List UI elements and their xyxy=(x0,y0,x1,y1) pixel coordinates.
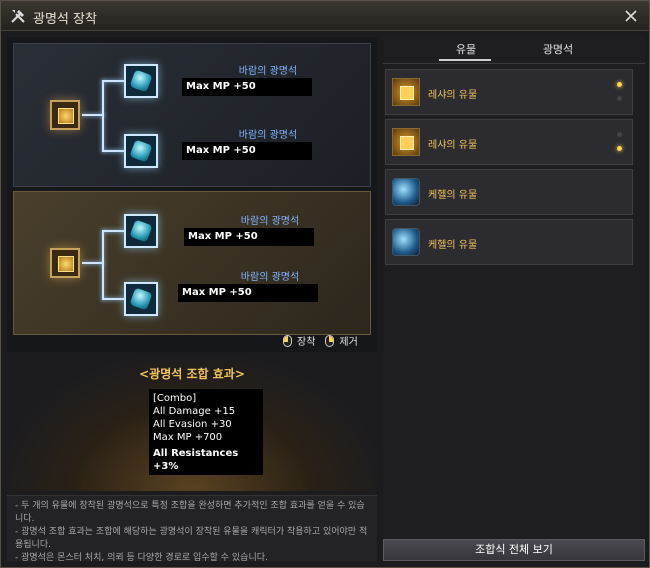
equip-dot xyxy=(617,82,622,87)
list-item[interactable]: 레샤의 유물 xyxy=(385,119,633,165)
gem-info-row[interactable]: 바람의 광명석 Max MP +50 xyxy=(178,264,378,314)
close-icon[interactable] xyxy=(621,6,641,26)
link-wire xyxy=(102,150,124,152)
combo-line: All Damage +15 xyxy=(153,406,236,417)
gem-info-row[interactable]: 바람의 광명석 Max MP +50 xyxy=(182,122,382,172)
gem-slot[interactable] xyxy=(124,214,158,248)
combo-line: All Evasion +30 xyxy=(153,419,232,430)
help-line: - 두 개의 유물에 장착된 광명석으로 특정 조합을 완성하면 추가적인 조합… xyxy=(15,501,365,524)
gem-slot[interactable] xyxy=(124,134,158,168)
relic-icon xyxy=(392,78,420,106)
link-wire xyxy=(82,114,104,116)
title-bar: 광명석 장착 xyxy=(1,1,649,31)
tab-gems[interactable]: 광명석 xyxy=(523,41,593,57)
link-wire xyxy=(102,80,104,152)
right-click-icon xyxy=(325,334,335,347)
left-click-icon xyxy=(283,334,292,347)
gem-name: 바람의 광명석 xyxy=(240,272,300,283)
combo-title: <광명석 조합 효과> xyxy=(139,367,245,381)
gem-slot[interactable] xyxy=(124,64,158,98)
relic-slots-panel: 바람의 광명석 Max MP +50 바람의 광명석 Max MP +50 바람… xyxy=(7,37,377,352)
gem-stat: Max MP +50 xyxy=(182,78,312,96)
gem-equip-window: 광명석 장착 바람의 광명석 Max MP +50 바람의 광명석 Max MP… xyxy=(0,0,650,568)
gem-name: 바람의 광명석 xyxy=(238,66,298,77)
link-wire xyxy=(102,230,104,300)
window-title: 광명석 장착 xyxy=(33,12,97,27)
mouse-legend: 장착 제거 xyxy=(283,333,358,348)
tab-bar: 유물 광명석 xyxy=(383,37,645,61)
relic-slot[interactable] xyxy=(50,100,80,130)
orb-icon xyxy=(392,178,420,206)
gem-name: 바람의 광명석 xyxy=(240,216,300,227)
relic-slot[interactable] xyxy=(50,248,80,278)
gem-name: 바람의 광명석 xyxy=(238,130,298,141)
combo-line: Max MP +700 xyxy=(153,432,223,443)
equip-dot xyxy=(617,146,622,151)
list-item[interactable]: 케헬의 유물 xyxy=(385,169,633,215)
item-label: 케헬의 유물 xyxy=(428,240,478,251)
list-item[interactable]: 레샤의 유물 xyxy=(385,69,633,115)
combo-effect-box: [Combo] All Damage +15 All Evasion +30 M… xyxy=(149,389,263,475)
link-wire xyxy=(102,80,124,82)
link-wire xyxy=(102,230,124,232)
inventory-panel: 유물 광명석 레샤의 유물 레샤의 유물 케헬의 유물 케헬의 유물 조합식 전… xyxy=(383,37,645,561)
gem-info-row[interactable]: 바람의 광명석 Max MP +50 xyxy=(184,208,384,258)
combo-line: All Resistances +3% xyxy=(153,448,239,472)
active-tab-indicator xyxy=(439,59,491,61)
item-label: 레샤의 유물 xyxy=(428,140,478,151)
gem-stat: Max MP +50 xyxy=(184,228,314,246)
link-wire xyxy=(82,262,104,264)
divider xyxy=(383,63,645,64)
relic-slot-group-1: 바람의 광명석 Max MP +50 바람의 광명석 Max MP +50 xyxy=(13,43,371,187)
link-wire xyxy=(102,298,124,300)
gem-stat: Max MP +50 xyxy=(178,284,318,302)
equip-dot xyxy=(617,96,622,101)
list-item[interactable]: 케헬의 유물 xyxy=(385,219,633,265)
gem-info-row[interactable]: 바람의 광명석 Max MP +50 xyxy=(182,58,382,108)
gem-stat: Max MP +50 xyxy=(182,142,312,160)
help-line: - 광명석은 몬스터 처치, 의뢰 등 다양한 경로로 입수할 수 있습니다. xyxy=(15,553,268,563)
combo-effect-area: <광명석 조합 효과> [Combo] All Damage +15 All E… xyxy=(7,357,377,491)
combo-line: [Combo] xyxy=(153,393,197,404)
view-all-combos-button[interactable]: 조합식 전체 보기 xyxy=(383,539,645,561)
help-text: - 두 개의 유물에 장착된 광명석으로 특정 조합을 완성하면 추가적인 조합… xyxy=(7,495,377,563)
tab-relics[interactable]: 유물 xyxy=(431,41,501,57)
legend-equip-label: 장착 xyxy=(297,337,316,348)
legend-remove-label: 제거 xyxy=(339,337,358,348)
equip-dot xyxy=(617,132,622,137)
gem-slot[interactable] xyxy=(124,282,158,316)
relic-slot-group-2: 바람의 광명석 Max MP +50 바람의 광명석 Max MP +50 xyxy=(13,191,371,335)
item-label: 케헬의 유물 xyxy=(428,190,478,201)
orb-icon xyxy=(392,228,420,256)
item-label: 레샤의 유물 xyxy=(428,90,478,101)
tools-icon xyxy=(11,10,25,23)
relic-icon xyxy=(392,128,420,156)
help-line: - 광명석 조합 효과는 조합에 해당하는 광명석이 장착된 유물을 캐릭터가 … xyxy=(15,527,368,550)
